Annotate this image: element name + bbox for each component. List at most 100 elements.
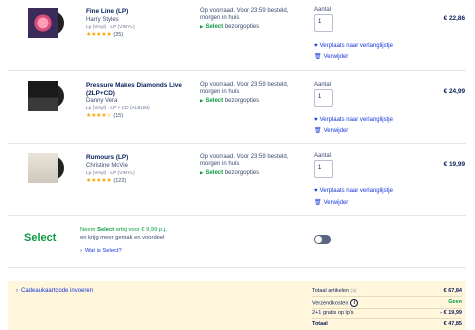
stock-status: Op voorraad. Voor 23:59 besteld, morgen … bbox=[200, 8, 289, 22]
divider bbox=[8, 143, 466, 144]
gift-card-label: Cadeaukaartcode invoeren bbox=[21, 288, 94, 294]
select-label: Select bbox=[205, 170, 224, 176]
select-delivery[interactable]: ▶ Select bezorgopties bbox=[200, 170, 259, 176]
select-promo-text: Neem Select erbij voor € 9,99 p.j. en kr… bbox=[80, 227, 167, 242]
summary-row-discount: 2+1 gratis op lp's - € 19,99 bbox=[312, 310, 462, 316]
remove-link[interactable]: 🗑 Verwijder bbox=[314, 127, 348, 134]
remove-label: Verwijder bbox=[323, 128, 349, 134]
divider bbox=[312, 296, 462, 297]
triangle-right-icon: ▶ bbox=[200, 24, 204, 29]
item-price: € 22,86 bbox=[443, 15, 465, 22]
product-format: Lp (Vinyl) · LP (VINYL) bbox=[86, 171, 135, 176]
cart-item: Fine Line (LP) Harry Styles Lp (Vinyl) ·… bbox=[0, 0, 475, 65]
remove-link[interactable]: 🗑 Verwijder bbox=[314, 199, 348, 206]
item-price: € 24,99 bbox=[443, 88, 465, 95]
summary-label: Verzendkosten bbox=[312, 300, 349, 307]
album-sleeve bbox=[28, 81, 58, 111]
select-toggle[interactable] bbox=[314, 235, 331, 244]
stock-status: Op voorraad. Voor 23:59 besteld, morgen … bbox=[200, 154, 289, 168]
move-to-wishlist-link[interactable]: ♥ Verplaats naar verlanglijstje bbox=[314, 43, 393, 49]
wishlist-label: Verplaats naar verlanglijstje bbox=[319, 117, 393, 123]
heart-icon: ♥ bbox=[314, 117, 318, 123]
product-format: Lp (Vinyl) · LP (VINYL) bbox=[86, 25, 135, 30]
promo-price: erbij voor € 9,99 p.j. bbox=[115, 227, 167, 233]
select-logo: Select bbox=[24, 232, 57, 244]
album-sleeve bbox=[28, 153, 58, 183]
summary-value: Geen bbox=[448, 299, 462, 305]
move-to-wishlist-link[interactable]: ♥ Verplaats naar verlanglijstje bbox=[314, 117, 393, 123]
summary-label: Totaal artikelen bbox=[312, 288, 349, 294]
review-count: (25) bbox=[113, 32, 124, 38]
move-to-wishlist-link[interactable]: ♥ Verplaats naar verlanglijstje bbox=[314, 188, 393, 194]
gift-card-link[interactable]: › Cadeaukaartcode invoeren bbox=[16, 288, 93, 294]
delivery-options-label: bezorgopties bbox=[224, 170, 260, 176]
album-cover[interactable] bbox=[28, 81, 64, 111]
item-price: € 19,99 bbox=[443, 161, 465, 168]
rating-stars: ★★★★★ (122) bbox=[86, 177, 126, 184]
remove-link[interactable]: 🗑 Verwijder bbox=[314, 53, 348, 60]
summary-row-shipping: Verzendkosten i Geen bbox=[312, 299, 462, 307]
quantity-input[interactable]: 1 bbox=[314, 14, 333, 32]
product-title[interactable]: Fine Line (LP) bbox=[86, 8, 191, 16]
wishlist-label: Verplaats naar verlanglijstje bbox=[319, 43, 393, 49]
cart-item: Rumours (LP) Christine McVie Lp (Vinyl) … bbox=[0, 145, 475, 213]
album-cover[interactable] bbox=[28, 153, 64, 183]
chevron-right-icon: › bbox=[80, 248, 82, 254]
what-is-select-label: Wat is Select? bbox=[84, 248, 122, 254]
product-artist[interactable]: Christine McVie bbox=[86, 163, 128, 169]
order-summary: › Cadeaukaartcode invoeren Totaal artikel… bbox=[8, 281, 466, 330]
triangle-right-icon: ▶ bbox=[200, 98, 204, 103]
what-is-select-link[interactable]: › Wat is Select? bbox=[80, 248, 122, 254]
select-delivery[interactable]: ▶ Select bezorgopties bbox=[200, 98, 259, 104]
select-promo-line2: en krijg meer gemak en voordeel bbox=[80, 234, 165, 241]
summary-label: Totaal bbox=[312, 321, 328, 327]
review-count: (15) bbox=[113, 113, 124, 119]
item-count: (3) bbox=[350, 289, 357, 294]
select-delivery[interactable]: ▶ Select bezorgopties bbox=[200, 24, 259, 30]
divider bbox=[8, 215, 466, 216]
chevron-right-icon: › bbox=[16, 288, 18, 294]
product-format: Lp (Vinyl) · LP + CD (ALBUM) bbox=[86, 106, 150, 111]
divider bbox=[8, 70, 466, 71]
heart-icon: ♥ bbox=[314, 188, 318, 194]
promo-brand: Select bbox=[97, 227, 115, 233]
heart-icon: ♥ bbox=[314, 43, 318, 49]
triangle-right-icon: ▶ bbox=[200, 170, 204, 175]
product-title[interactable]: Pressure Makes Diamonds Live (2LP+CD) bbox=[86, 82, 191, 98]
delivery-options-label: bezorgopties bbox=[224, 24, 260, 30]
trash-icon: 🗑 bbox=[314, 200, 322, 206]
summary-value: € 67,84 bbox=[443, 288, 462, 294]
summary-value: - € 19,99 bbox=[440, 310, 462, 316]
promo-pre: Neem bbox=[80, 227, 96, 233]
cart-item: Pressure Makes Diamonds Live (2LP+CD) Da… bbox=[0, 72, 475, 140]
album-cover[interactable] bbox=[28, 8, 64, 38]
product-title[interactable]: Rumours (LP) bbox=[86, 154, 191, 162]
star-icons: ★★★★★ bbox=[86, 178, 112, 184]
remove-label: Verwijder bbox=[323, 200, 349, 206]
quantity-label: Aantal bbox=[314, 153, 332, 159]
info-icon[interactable]: i bbox=[350, 299, 359, 307]
star-icons: ★★★★★ bbox=[86, 32, 112, 38]
product-artist[interactable]: Harry Styles bbox=[86, 17, 119, 23]
quantity-label: Aantal bbox=[314, 7, 332, 13]
trash-icon: 🗑 bbox=[314, 128, 322, 134]
review-count: (122) bbox=[113, 178, 127, 184]
divider bbox=[312, 318, 462, 319]
summary-row-items: Totaal artikelen (3) € 67,84 bbox=[312, 288, 462, 294]
album-sleeve bbox=[28, 8, 58, 38]
product-artist[interactable]: Danny Vera bbox=[86, 98, 117, 104]
rating-stars: ★★★★☆ (15) bbox=[86, 112, 123, 119]
stock-status: Op voorraad. Voor 23:59 besteld, morgen … bbox=[200, 82, 289, 96]
divider bbox=[8, 267, 466, 268]
quantity-label: Aantal bbox=[314, 82, 332, 88]
trash-icon: 🗑 bbox=[314, 54, 322, 60]
remove-label: Verwijder bbox=[323, 54, 349, 60]
toggle-knob bbox=[315, 236, 322, 243]
select-promo-line1: Neem Select erbij voor € 9,99 p.j. bbox=[80, 227, 167, 235]
delivery-options-label: bezorgopties bbox=[224, 98, 260, 104]
star-icons: ★★★★☆ bbox=[86, 113, 112, 119]
summary-value: € 47,85 bbox=[443, 321, 462, 327]
quantity-input[interactable]: 1 bbox=[314, 160, 333, 178]
select-label: Select bbox=[205, 24, 224, 30]
quantity-input[interactable]: 1 bbox=[314, 89, 333, 107]
